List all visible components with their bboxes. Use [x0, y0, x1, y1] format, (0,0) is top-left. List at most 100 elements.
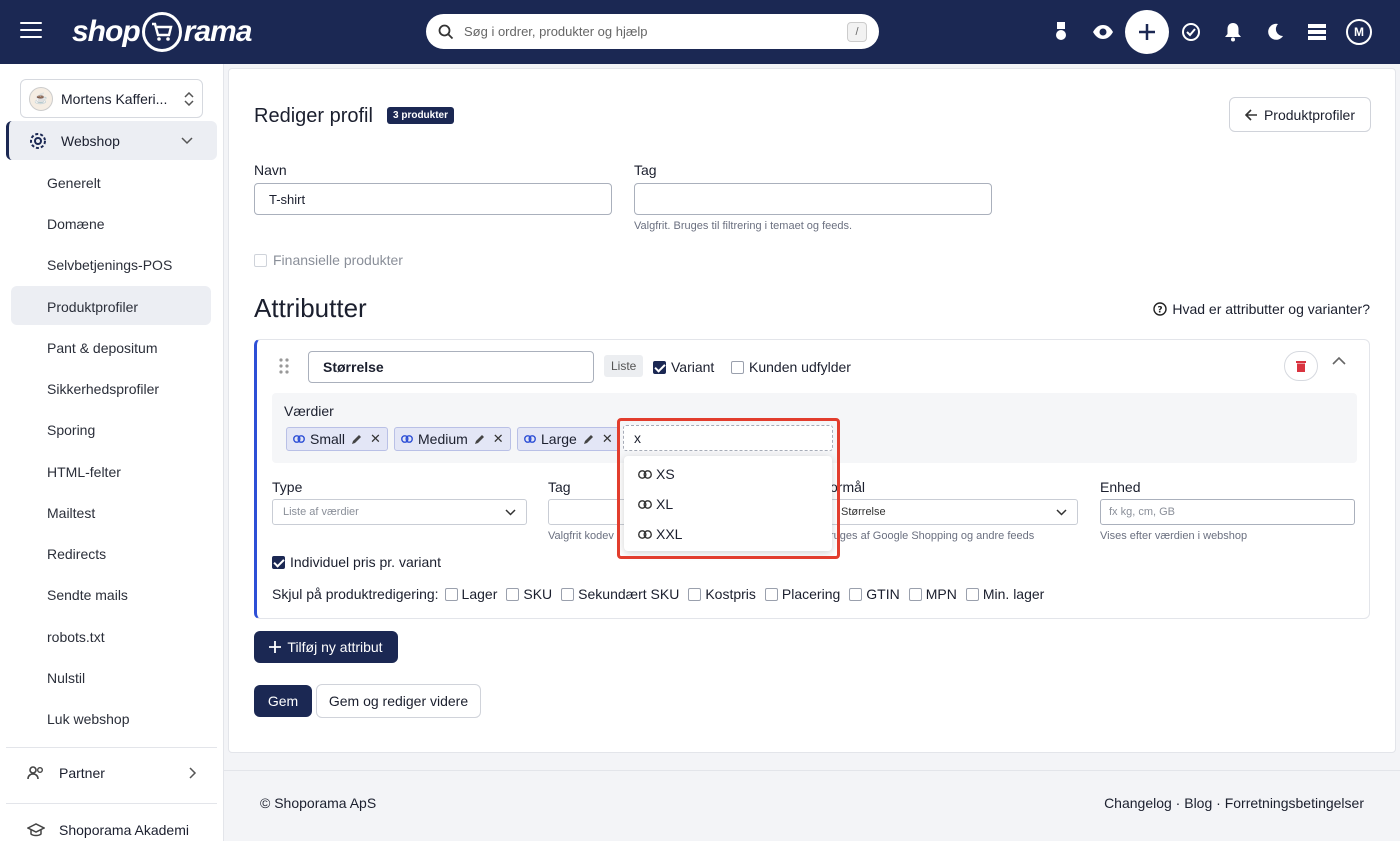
sidebar-item-nulstil[interactable]: Nulstil — [47, 670, 85, 686]
chevron-up-icon[interactable] — [1332, 356, 1346, 365]
type-select[interactable]: Liste af værdier — [272, 499, 527, 525]
hide-option-secondary-sku[interactable]: Sekundært SKU — [561, 586, 679, 602]
variant-checkbox-row[interactable]: Variant — [653, 359, 714, 375]
sidebar-akademi-label: Shoporama Akademi — [59, 822, 189, 838]
financial-products-checkbox[interactable] — [254, 253, 267, 267]
customer-fills-checkbox[interactable] — [731, 360, 744, 374]
financial-products-checkbox-row[interactable]: Finansielle produkter — [254, 252, 403, 268]
hide-checkbox[interactable] — [506, 587, 520, 601]
search-input[interactable] — [464, 24, 847, 39]
gear-icon — [30, 132, 46, 149]
sidebar-item-selvbetjenings-pos[interactable]: Selvbetjenings-POS — [47, 257, 172, 273]
tag-help-text: Valgfrit. Bruges til filtrering i temaet… — [634, 220, 853, 232]
hide-options-row: Skjul på produktredigering: Lager SKU Se… — [272, 586, 1044, 602]
save-and-continue-button[interactable]: Gem og rediger videre — [316, 684, 481, 718]
drag-handle-icon[interactable] — [279, 358, 289, 374]
value-chip[interactable]: Small ✕ — [286, 427, 388, 451]
sidebar-item-sikkerhedsprofiler[interactable]: Sikkerhedsprofiler — [47, 381, 159, 397]
award-icon[interactable] — [1040, 9, 1082, 55]
storage-icon[interactable] — [1296, 9, 1338, 55]
hide-checkbox[interactable] — [965, 587, 979, 601]
remove-value-icon[interactable]: ✕ — [370, 431, 381, 447]
hide-option-placering[interactable]: Placering — [764, 586, 840, 602]
logo-text-right: rama — [183, 15, 253, 48]
pencil-icon[interactable] — [351, 434, 362, 445]
sidebar-item-sendte-mails[interactable]: Sendte mails — [47, 587, 128, 603]
values-label: Værdier — [284, 403, 334, 419]
individual-price-checkbox-row[interactable]: Individuel pris pr. variant — [272, 554, 441, 570]
create-button[interactable] — [1125, 10, 1169, 54]
sidebar-item-partner[interactable]: Partner — [27, 765, 197, 781]
shop-logo-icon: ☕ — [29, 86, 53, 111]
save-button[interactable]: Gem — [254, 685, 312, 717]
add-attribute-button[interactable]: Tilføj ny attribut — [254, 631, 398, 663]
hide-option-gtin[interactable]: GTIN — [849, 586, 900, 602]
tag-label: Tag — [634, 162, 657, 178]
menu-icon[interactable] — [20, 22, 42, 40]
sidebar-item-sporing[interactable]: Sporing — [47, 422, 95, 438]
remove-value-icon[interactable]: ✕ — [493, 431, 504, 447]
hide-checkbox[interactable] — [908, 587, 922, 601]
sidebar-item-robots[interactable]: robots.txt — [47, 629, 105, 645]
sidebar-item-domaene[interactable]: Domæne — [47, 216, 105, 232]
search-bar[interactable]: / — [426, 14, 879, 49]
sidebar-item-luk-webshop[interactable]: Luk webshop — [47, 711, 130, 727]
plus-icon — [1139, 24, 1155, 40]
hide-checkbox[interactable] — [444, 587, 458, 601]
value-chip[interactable]: Large ✕ — [517, 427, 620, 451]
hide-checkbox[interactable] — [764, 587, 778, 601]
unit-help: Vises efter værdien i webshop — [1100, 530, 1248, 542]
hide-option-min-lager[interactable]: Min. lager — [965, 586, 1045, 602]
hide-option-lager[interactable]: Lager — [444, 586, 497, 602]
hide-checkbox[interactable] — [688, 587, 702, 601]
eye-icon[interactable] — [1082, 9, 1124, 55]
purpose-select[interactable]: Størrelse — [830, 499, 1078, 525]
hide-label: Skjul på produktredigering: — [272, 586, 439, 602]
user-menu[interactable]: M — [1338, 9, 1380, 55]
name-input[interactable]: T-shirt — [254, 183, 612, 215]
sidebar-item-mailtest[interactable]: Mailtest — [47, 505, 95, 521]
sidebar-item-akademi[interactable]: Shoporama Akademi — [27, 822, 197, 838]
unit-input[interactable]: fx kg, cm, GB — [1100, 499, 1355, 525]
tag-input[interactable] — [634, 183, 992, 215]
individual-price-checkbox[interactable] — [272, 555, 285, 569]
chevron-down-icon — [1056, 508, 1067, 516]
check-circle-icon[interactable] — [1170, 9, 1212, 55]
hide-option-mpn[interactable]: MPN — [908, 586, 957, 602]
arrow-left-icon — [1244, 108, 1257, 121]
sidebar-item-pant[interactable]: Pant & depositum — [47, 340, 158, 356]
attributes-help-link[interactable]: ? Hvad er attributter og varianter? — [1153, 301, 1370, 317]
hide-option-kostpris[interactable]: Kostpris — [688, 586, 756, 602]
sidebar-item-html-felter[interactable]: HTML-felter — [47, 464, 121, 480]
attribute-name-input[interactable]: Størrelse — [308, 351, 594, 383]
hide-option-label: Min. lager — [982, 586, 1045, 602]
remove-value-icon[interactable]: ✕ — [602, 431, 613, 447]
customer-fills-checkbox-row[interactable]: Kunden udfylder — [731, 359, 851, 375]
footer-links[interactable]: Changelog · Blog · Forretningsbetingelse… — [1104, 795, 1364, 811]
page-title: Rediger profil — [254, 105, 373, 127]
hide-checkbox[interactable] — [849, 587, 863, 601]
hide-option-label: Kostpris — [705, 586, 756, 602]
value-chip[interactable]: Medium ✕ — [394, 427, 511, 451]
help-circle-icon: ? — [1153, 302, 1168, 316]
back-to-profiles-button[interactable]: Produktprofiler — [1229, 97, 1371, 132]
sidebar-section-webshop[interactable]: Webshop — [6, 121, 217, 160]
hide-option-sku[interactable]: SKU — [506, 586, 552, 602]
users-icon — [27, 766, 43, 780]
pencil-icon[interactable] — [474, 434, 485, 445]
shop-selector[interactable]: ☕ Mortens Kafferi... — [20, 79, 203, 118]
bell-icon[interactable] — [1212, 9, 1254, 55]
variant-checkbox[interactable] — [653, 360, 666, 374]
pencil-icon[interactable] — [583, 434, 594, 445]
sidebar-item-redirects[interactable]: Redirects — [47, 546, 106, 562]
customer-fills-label: Kunden udfylder — [749, 359, 851, 375]
footer-copyright: © Shoporama ApS — [260, 795, 377, 811]
sidebar-item-produktprofiler[interactable]: Produktprofiler — [47, 299, 138, 315]
moon-icon[interactable] — [1254, 9, 1296, 55]
delete-attribute-button[interactable] — [1284, 351, 1318, 381]
sidebar-item-generelt[interactable]: Generelt — [47, 175, 101, 191]
cart-icon — [141, 12, 182, 52]
hide-checkbox[interactable] — [561, 587, 575, 601]
add-attribute-label: Tilføj ny attribut — [287, 639, 383, 655]
shoporama-logo[interactable]: shop rama — [72, 10, 253, 54]
